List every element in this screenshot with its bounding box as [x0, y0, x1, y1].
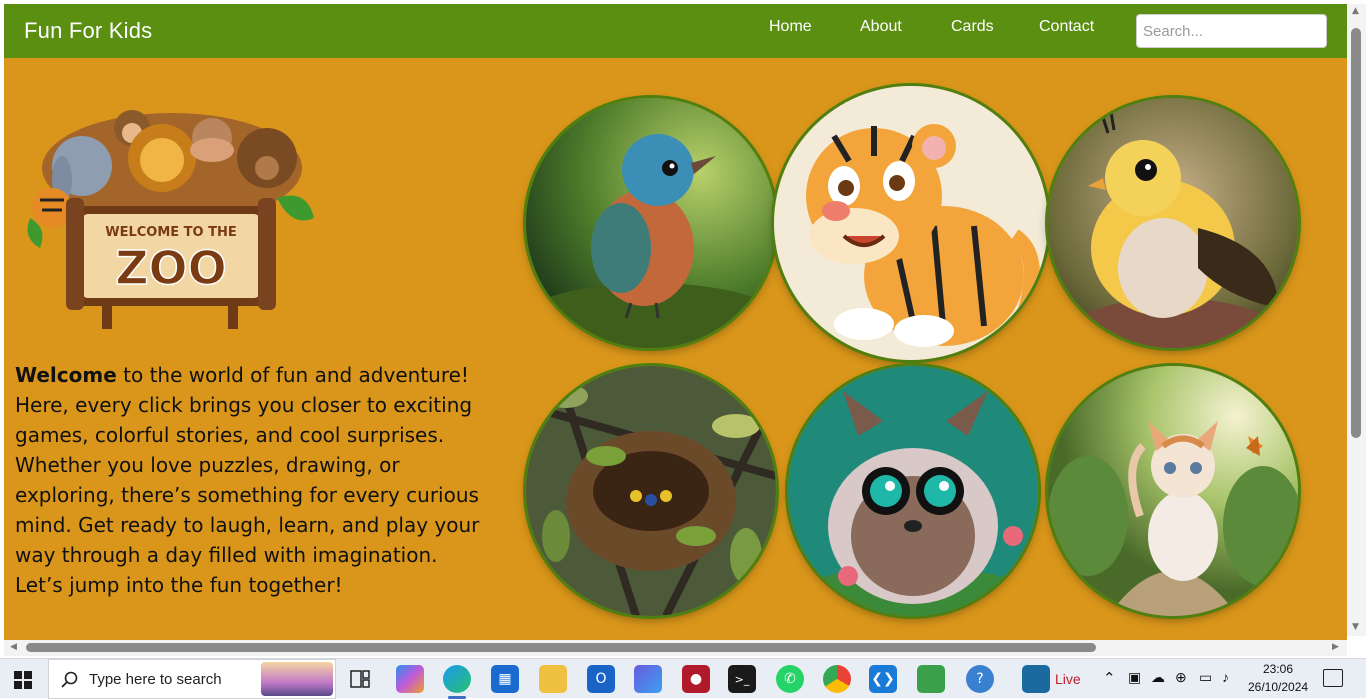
microsoft-store-icon[interactable]: ▦: [491, 665, 519, 693]
network-globe-icon[interactable]: ⊕: [1175, 669, 1187, 686]
edge-browser-icon[interactable]: [443, 665, 471, 693]
volume-icon[interactable]: ♪: [1222, 669, 1229, 685]
gallery-image-kitten[interactable]: [1048, 366, 1298, 616]
vertical-scroll-thumb[interactable]: [1351, 28, 1361, 438]
taskbar-search-placeholder: Type here to search: [89, 671, 222, 688]
welcome-text: to the world of fun and adventure! Here,…: [15, 363, 480, 597]
live-label[interactable]: Live: [1055, 671, 1081, 687]
search-highlight-image: [261, 662, 333, 696]
sign-main-text: ZOO: [115, 241, 227, 295]
nav-link-cards[interactable]: Cards: [951, 18, 994, 36]
gallery-image-hedgehog[interactable]: [788, 366, 1038, 616]
copilot-app-icon[interactable]: [634, 665, 662, 693]
web-page: Fun For Kids Home About Cards Contact Se…: [4, 4, 1347, 640]
gallery-image-bird-1[interactable]: [526, 98, 776, 348]
scroll-right-arrow-icon[interactable]: ▶: [1332, 642, 1339, 652]
chrome-icon[interactable]: [823, 665, 851, 693]
welcome-paragraph: Welcome to the world of fun and adventur…: [15, 360, 485, 600]
notifications-icon[interactable]: [1323, 669, 1343, 687]
search-input[interactable]: [1136, 14, 1327, 48]
gallery-image-bird-2[interactable]: [1048, 98, 1298, 348]
battery-icon[interactable]: ▭: [1199, 669, 1212, 686]
windows-start-icon[interactable]: [14, 671, 32, 689]
scroll-up-arrow-icon[interactable]: ▲: [1352, 6, 1359, 16]
clock-date[interactable]: 26/10/2024: [1248, 680, 1308, 694]
tray-chevron-icon[interactable]: ⌃: [1103, 669, 1116, 687]
whatsapp-icon[interactable]: ✆: [776, 665, 804, 693]
screen-recorder-icon[interactable]: ●: [682, 665, 710, 693]
help-icon[interactable]: ?: [966, 665, 994, 693]
task-view-icon[interactable]: [346, 665, 374, 693]
outlook-icon[interactable]: O: [587, 665, 615, 693]
file-explorer-icon[interactable]: [539, 665, 567, 693]
nav-link-contact[interactable]: Contact: [1039, 18, 1094, 36]
remote-desktop-icon[interactable]: [917, 665, 945, 693]
tray-app-icon[interactable]: ▣: [1128, 669, 1141, 686]
search-icon: [61, 671, 78, 688]
horizontal-scroll-thumb[interactable]: [26, 643, 1096, 652]
scroll-left-arrow-icon[interactable]: ◀: [10, 642, 17, 652]
gallery-image-tiger[interactable]: [774, 86, 1048, 360]
windows-taskbar: Type here to search ▦ O ● >_ ✆ ❮❯ ? Live…: [0, 658, 1366, 699]
onedrive-icon[interactable]: ☁: [1151, 669, 1165, 686]
nav-link-home[interactable]: Home: [769, 18, 812, 36]
browser-window: Fun For Kids Home About Cards Contact Se…: [0, 0, 1366, 699]
terminal-icon[interactable]: >_: [728, 665, 756, 693]
navbar: Fun For Kids Home About Cards Contact: [4, 4, 1347, 58]
vscode-icon[interactable]: ❮❯: [869, 665, 897, 693]
clock-time[interactable]: 23:06: [1263, 662, 1293, 676]
taskbar-search-box[interactable]: Type here to search: [48, 659, 336, 699]
vertical-scrollbar[interactable]: ▲ ▼: [1347, 4, 1366, 636]
scroll-down-arrow-icon[interactable]: ▼: [1352, 622, 1359, 632]
horizontal-scrollbar[interactable]: ◀ ▶: [4, 640, 1347, 656]
zoo-logo: WELCOME TO THE ZOO: [22, 88, 316, 336]
copilot-icon[interactable]: [396, 665, 424, 693]
weather-live-icon[interactable]: [1022, 665, 1050, 693]
gallery-image-nest[interactable]: [526, 366, 776, 616]
welcome-bold: Welcome: [15, 363, 117, 387]
site-brand[interactable]: Fun For Kids: [24, 18, 152, 44]
sign-top-text: WELCOME TO THE: [105, 225, 237, 240]
nav-link-about[interactable]: About: [860, 18, 902, 36]
